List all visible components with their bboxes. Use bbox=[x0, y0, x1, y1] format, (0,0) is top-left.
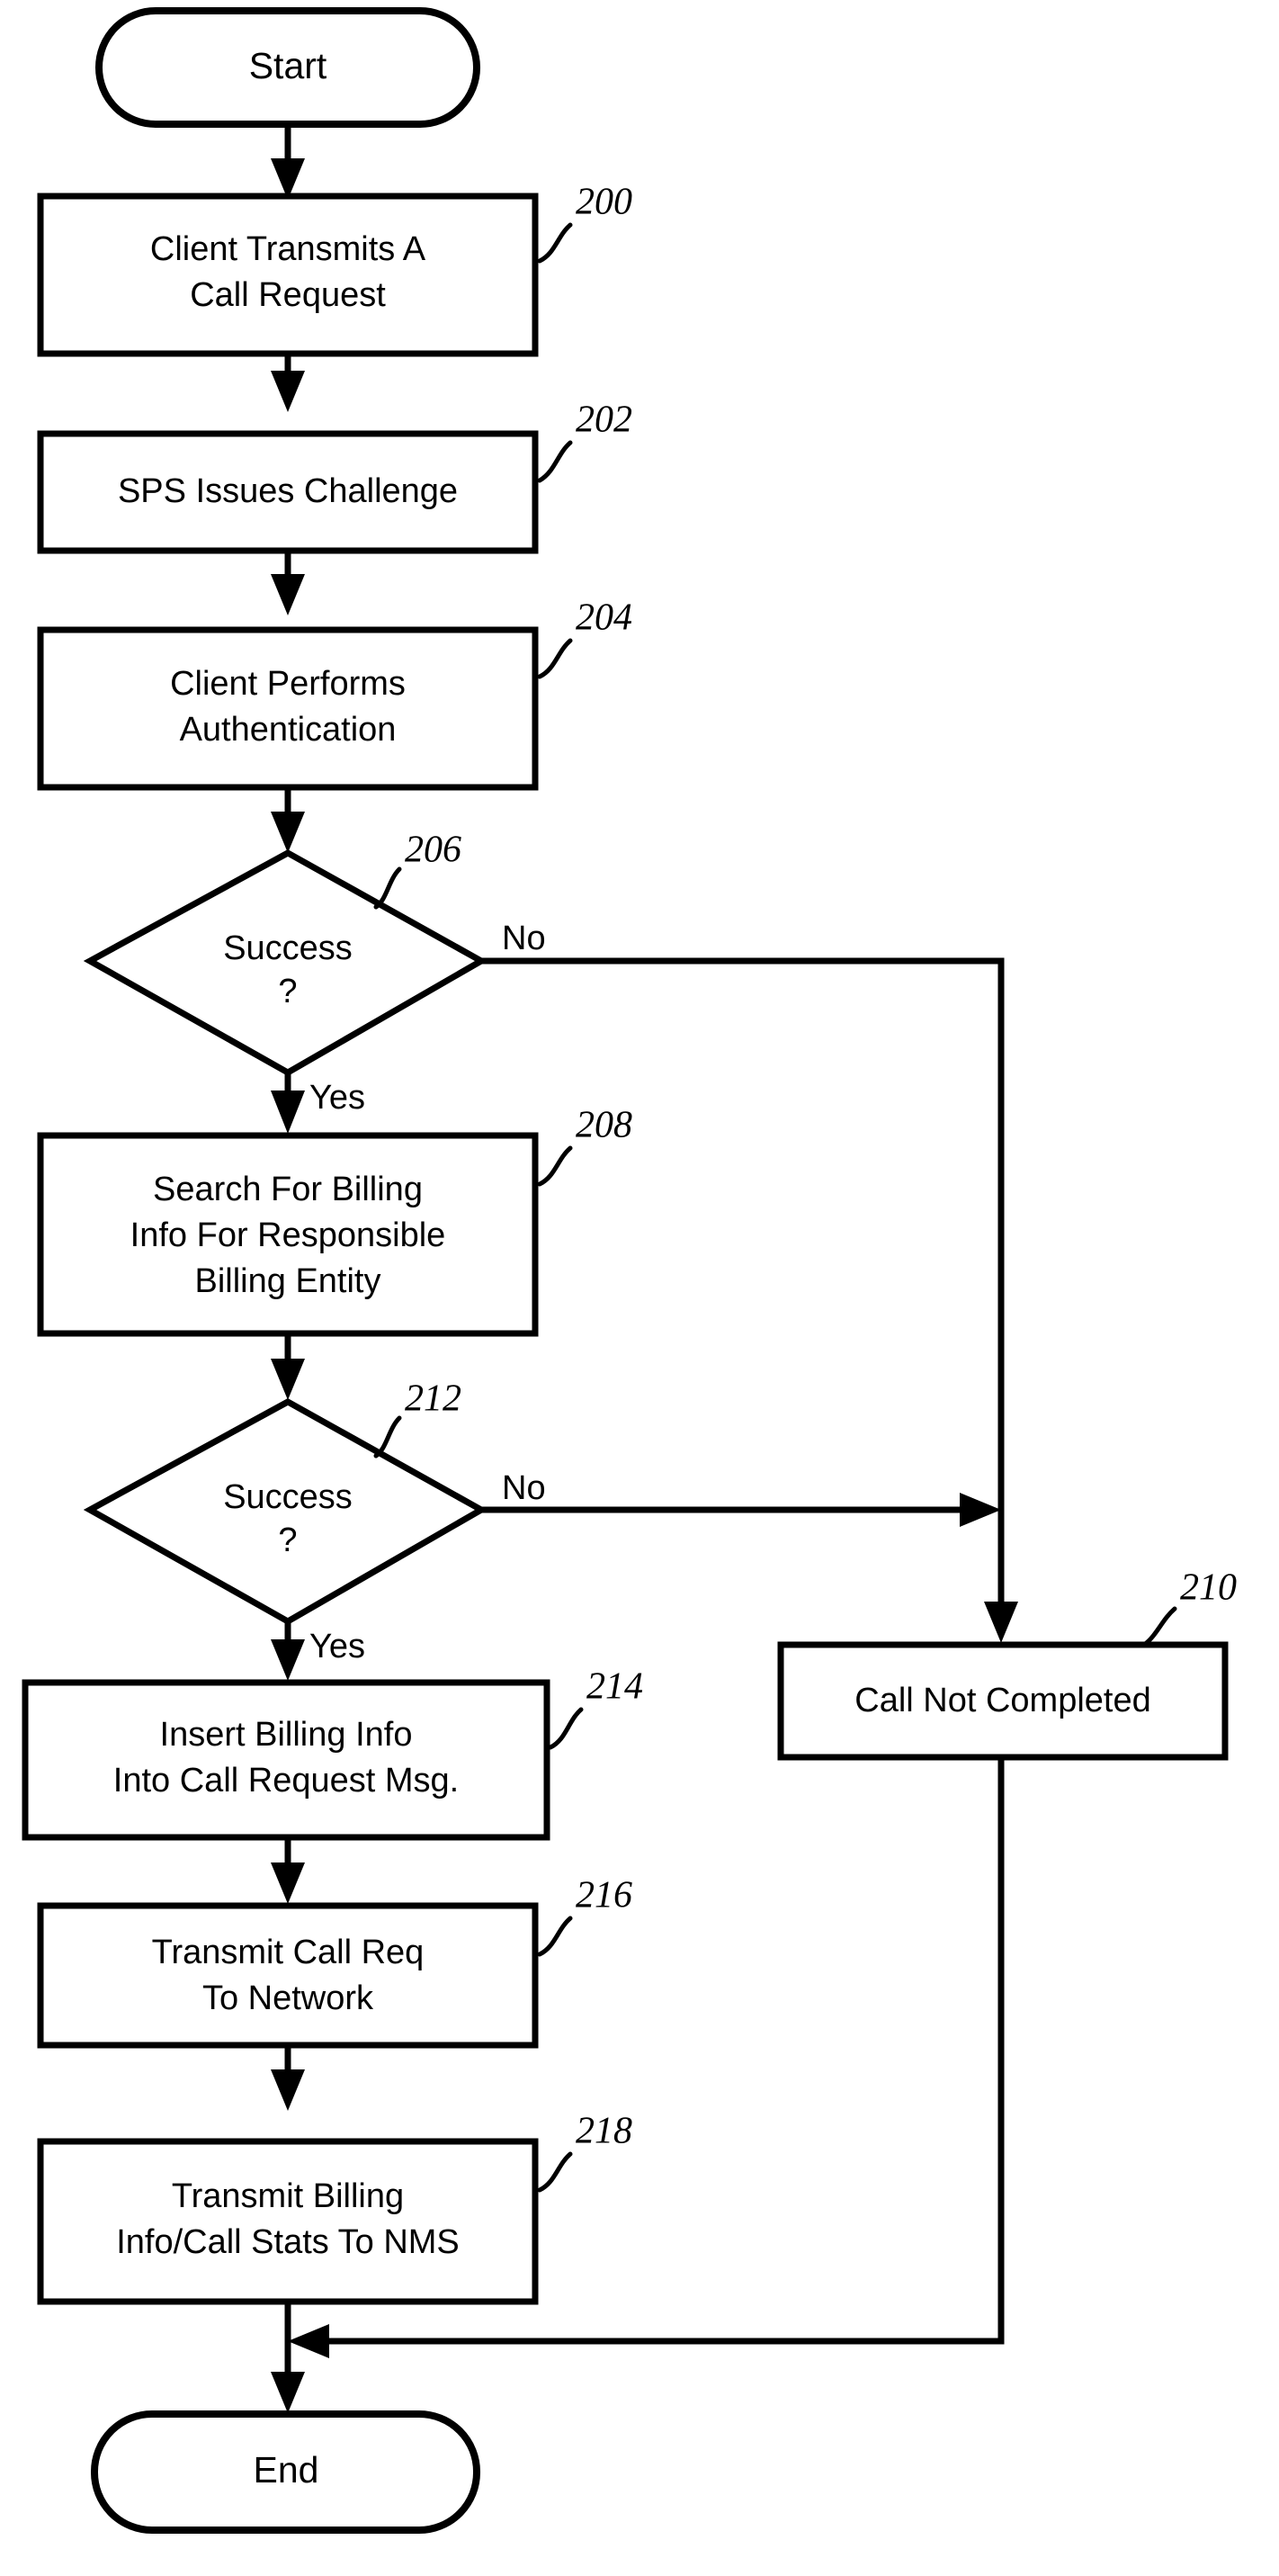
ref-label-202: 202 bbox=[576, 399, 632, 441]
edge-label-206-yes: Yes bbox=[309, 1079, 365, 1117]
ref-label-206-group: 206 bbox=[373, 830, 461, 910]
node-208-search-billing-info[interactable]: Search For Billing Info For Responsible … bbox=[37, 1132, 539, 1337]
connector-216-to-218 bbox=[271, 2044, 305, 2111]
node-200-label-line1: Client Transmits A bbox=[150, 230, 426, 268]
ref-label-204-group: 204 bbox=[537, 597, 632, 679]
node-start-label: Start bbox=[249, 45, 327, 86]
ref-label-210-group: 210 bbox=[1141, 1567, 1237, 1647]
ref-label-212-group: 212 bbox=[373, 1378, 461, 1459]
node-202-label-line1: SPS Issues Challenge bbox=[118, 472, 458, 510]
node-204-client-performs-authentication[interactable]: Client Performs Authentication bbox=[37, 626, 539, 791]
connector-212-no-to-trunk bbox=[481, 1493, 1001, 1527]
node-206-success-decision[interactable]: Success ? bbox=[83, 849, 488, 1077]
edge-label-206-no: No bbox=[502, 920, 546, 957]
ref-label-200-group: 200 bbox=[537, 182, 632, 264]
node-216-transmit-call-req[interactable]: Transmit Call Req To Network bbox=[37, 1902, 539, 2049]
node-206-label-line1: Success bbox=[223, 929, 353, 967]
ref-label-216-group: 216 bbox=[537, 1875, 632, 1957]
node-214-insert-billing-info[interactable]: Insert Billing Info Into Call Request Ms… bbox=[22, 1679, 550, 1841]
ref-label-206: 206 bbox=[405, 830, 461, 871]
ref-label-202-group: 202 bbox=[537, 399, 632, 483]
node-204-label-line1: Client Performs bbox=[170, 665, 406, 703]
node-210-label-line1: Call Not Completed bbox=[854, 1682, 1150, 1719]
node-218-label-line1: Transmit Billing bbox=[172, 2177, 404, 2215]
node-208-label-line1: Search For Billing bbox=[153, 1171, 423, 1208]
ref-label-204: 204 bbox=[576, 597, 632, 639]
connector-206-yes-to-208 bbox=[271, 1073, 305, 1134]
node-206-label-line2: ? bbox=[278, 973, 297, 1010]
connector-202-to-204 bbox=[271, 551, 305, 615]
node-218-label-line2: Info/Call Stats To NMS bbox=[116, 2223, 460, 2261]
node-216-label-line1: Transmit Call Req bbox=[152, 1934, 425, 1971]
connector-200-to-202 bbox=[271, 353, 305, 412]
ref-label-200: 200 bbox=[576, 182, 632, 223]
ref-label-214: 214 bbox=[586, 1666, 643, 1708]
ref-label-214-group: 214 bbox=[548, 1666, 643, 1750]
node-212-label-line2: ? bbox=[278, 1521, 297, 1559]
node-218-transmit-billing-stats[interactable]: Transmit Billing Info/Call Stats To NMS bbox=[37, 2138, 539, 2305]
connector-218-to-end bbox=[271, 2302, 305, 2413]
node-202-sps-issues-challenge[interactable]: SPS Issues Challenge bbox=[37, 430, 539, 554]
node-210-call-not-completed[interactable]: Call Not Completed bbox=[777, 1641, 1229, 1761]
connector-204-to-206 bbox=[271, 786, 305, 853]
node-214-label-line2: Into Call Request Msg. bbox=[113, 1762, 459, 1800]
node-214-label-line1: Insert Billing Info bbox=[160, 1716, 413, 1754]
node-212-success-decision[interactable]: Success ? bbox=[83, 1398, 488, 1626]
ref-label-208: 208 bbox=[576, 1105, 632, 1146]
ref-label-208-group: 208 bbox=[537, 1105, 632, 1187]
flowchart-svg: Start Client Transmits A Call Request 20… bbox=[22, 7, 1237, 2534]
node-208-label-line3: Billing Entity bbox=[195, 1262, 381, 1300]
flowchart-canvas: Start Client Transmits A Call Request 20… bbox=[0, 0, 1279, 2576]
ref-label-210: 210 bbox=[1180, 1567, 1237, 1609]
node-204-label-line2: Authentication bbox=[180, 711, 397, 749]
node-200-label-line2: Call Request bbox=[190, 276, 386, 314]
connector-214-to-216 bbox=[271, 1837, 305, 1904]
node-start[interactable]: Start bbox=[95, 7, 480, 128]
edge-label-212-no: No bbox=[502, 1469, 546, 1507]
connector-start-to-200 bbox=[271, 124, 305, 200]
ref-label-212: 212 bbox=[405, 1378, 461, 1420]
ref-label-218-group: 218 bbox=[537, 2111, 632, 2193]
edge-label-212-yes: Yes bbox=[309, 1628, 365, 1665]
node-208-label-line2: Info For Responsible bbox=[130, 1216, 446, 1254]
node-end[interactable]: End bbox=[91, 2410, 480, 2534]
node-end-label: End bbox=[254, 2449, 319, 2491]
connector-206-no-to-210 bbox=[481, 957, 1018, 1643]
node-212-label-line1: Success bbox=[223, 1478, 353, 1516]
ref-label-218: 218 bbox=[576, 2111, 632, 2152]
node-216-label-line2: To Network bbox=[202, 1979, 374, 2017]
connector-212-yes-to-214 bbox=[271, 1621, 305, 1681]
node-200-client-transmits-call-request[interactable]: Client Transmits A Call Request bbox=[37, 193, 539, 357]
ref-label-216: 216 bbox=[576, 1875, 632, 1916]
connector-208-to-212 bbox=[271, 1333, 305, 1400]
